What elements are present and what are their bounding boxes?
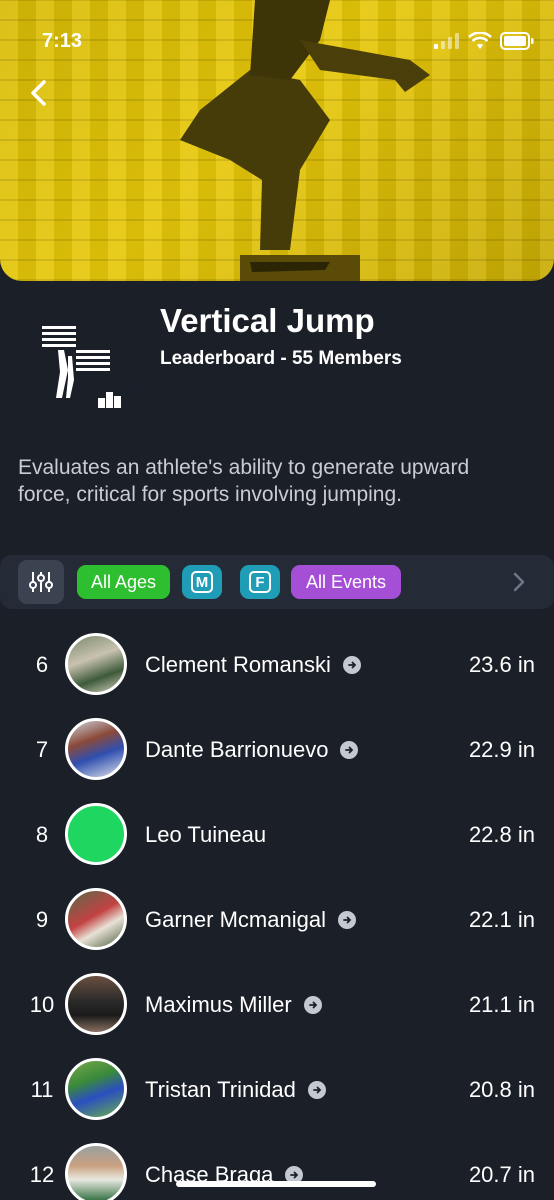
athlete-name: Leo Tuineau: [145, 822, 267, 847]
arrow-right-circle-icon[interactable]: [307, 1081, 326, 1099]
rank-number: 10: [29, 992, 55, 1017]
filter-settings-button[interactable]: [18, 560, 64, 604]
rank-number: 11: [30, 1077, 54, 1102]
rank-number: 8: [35, 822, 49, 847]
arrow-right-circle-icon[interactable]: [340, 741, 359, 759]
athlete-name: Maximus Miller: [145, 992, 292, 1017]
score-value: 21.1 in: [468, 992, 535, 1017]
filter-chip-label: All Ages: [90, 571, 157, 592]
score-value: 22.8 in: [468, 822, 535, 847]
rank-number: 6: [35, 652, 49, 677]
avatar: [65, 973, 127, 1035]
filter-chip-label: M: [195, 573, 209, 591]
chevron-right-icon[interactable]: [512, 571, 526, 593]
leaderboard-row[interactable]: 10 Maximus Miller 21.1 in: [0, 962, 554, 1047]
score-value: 23.6 in: [468, 652, 535, 677]
filter-chip-all-ages[interactable]: All Ages: [77, 565, 170, 599]
avatar: [65, 1058, 127, 1120]
avatar: [65, 803, 127, 865]
score-value: 22.1 in: [468, 907, 535, 932]
leaderboard-subtitle: Leaderboard - 55 Members: [160, 348, 402, 369]
arrow-right-circle-icon[interactable]: [342, 656, 361, 674]
battery-icon: [500, 32, 534, 50]
rank-number: 7: [35, 737, 49, 762]
test-description: Evaluates an athlete's ability to genera…: [18, 456, 470, 506]
score-value: 20.8 in: [468, 1077, 535, 1102]
avatar: [65, 633, 127, 695]
vertical-jump-logo: [40, 320, 140, 420]
status-bar: 7:13: [0, 28, 554, 56]
leaderboard-row[interactable]: 6 Clement Romanski 23.6 in: [0, 622, 554, 707]
arrow-right-circle-icon[interactable]: [303, 996, 322, 1014]
score-value: 20.7 in: [468, 1162, 535, 1187]
filter-chip-label: All Events: [305, 571, 387, 592]
filter-sliders-icon: [29, 572, 53, 592]
signal-icon: [434, 33, 459, 49]
status-time: 7:13: [42, 30, 83, 52]
leaderboard-row[interactable]: 11 Tristan Trinidad 20.8 in: [0, 1047, 554, 1132]
back-button[interactable]: [26, 78, 54, 108]
filter-chip-female[interactable]: F: [240, 565, 280, 599]
page-title: Vertical Jump: [160, 302, 375, 339]
leaderboard-row[interactable]: 7 Dante Barrionuevo 22.9 in: [0, 707, 554, 792]
avatar: [65, 718, 127, 780]
filter-bar: All Ages M F All Events: [0, 555, 554, 609]
wifi-icon: [468, 32, 492, 49]
arrow-right-circle-icon[interactable]: [337, 911, 356, 929]
filter-chip-label: F: [255, 573, 265, 591]
avatar: [65, 888, 127, 950]
leaderboard-row[interactable]: 8 Leo Tuineau 22.8 in: [0, 792, 554, 877]
back-chevron-icon: [31, 80, 46, 106]
athlete-name: Dante Barrionuevo: [145, 737, 329, 762]
avatar: [65, 1143, 127, 1200]
filter-chip-all-events[interactable]: All Events: [291, 565, 401, 599]
rank-number: 9: [35, 907, 49, 932]
athlete-name: Garner Mcmanigal: [145, 907, 326, 932]
home-indicator[interactable]: [176, 1181, 376, 1187]
filter-chip-male[interactable]: M: [182, 565, 222, 599]
leaderboard-row[interactable]: 12 Chase Braga 20.7 in: [0, 1132, 554, 1200]
rank-number: 12: [29, 1162, 55, 1187]
athlete-name: Tristan Trinidad: [145, 1077, 296, 1102]
score-value: 22.9 in: [468, 737, 535, 762]
leaderboard-row[interactable]: 9 Garner Mcmanigal 22.1 in: [0, 877, 554, 962]
athlete-name: Clement Romanski: [145, 652, 331, 677]
